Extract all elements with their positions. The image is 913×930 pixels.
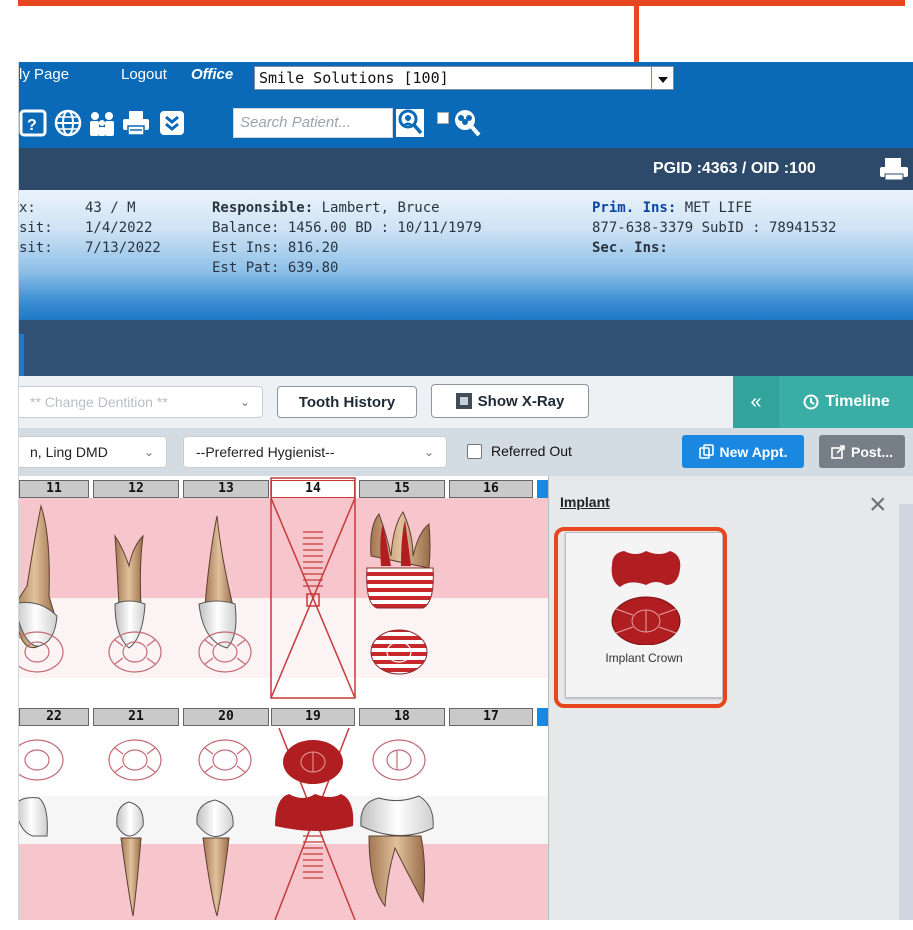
last-visit-value: 7/13/2022 — [85, 240, 161, 256]
tooth-15-occlusal[interactable] — [370, 629, 428, 675]
est-pat-text: Est Pat: 639.80 — [212, 260, 339, 276]
patient-search-icon[interactable] — [395, 108, 425, 138]
tooth-18[interactable] — [360, 795, 434, 908]
new-appt-button[interactable]: New Appt. — [682, 435, 804, 468]
change-dentition-label: ** Change Dentition ** — [30, 394, 168, 410]
phone-subid-text: 877-638-3379 SubID : 78941532 — [592, 220, 837, 236]
show-xray-button[interactable]: Show X-Ray — [431, 384, 589, 418]
office-dropdown-arrow[interactable] — [652, 66, 674, 90]
chevron-down-icon: ⌄ — [143, 445, 154, 459]
age-sex-value: 43 / M — [85, 200, 136, 216]
tooth-21[interactable] — [116, 801, 144, 917]
provider-select[interactable]: n, Ling DMD ⌄ — [19, 436, 167, 468]
share-icon — [831, 444, 845, 459]
tooth-22[interactable] — [19, 797, 48, 837]
dental-app-window: ly Page Logout Office Smile Solutions [1… — [18, 62, 913, 920]
group-search-checkbox[interactable] — [437, 112, 449, 124]
tabs-bar — [19, 320, 913, 376]
tooth-history-button[interactable]: Tooth History — [277, 386, 417, 418]
chevron-down-icon: ⌄ — [423, 445, 434, 459]
provider-toolbar: n, Ling DMD ⌄ --Preferred Hygienist-- ⌄ … — [19, 428, 913, 476]
teeth-graphics[interactable] — [19, 476, 549, 920]
tooth-12[interactable] — [114, 534, 146, 649]
sec-ins-label: Sec. Ins: — [592, 240, 668, 256]
first-visit-label: sit: — [19, 220, 53, 236]
new-appt-label: New Appt. — [719, 443, 788, 460]
svg-text:?: ? — [27, 117, 37, 134]
tooth-19-implant-crown[interactable] — [274, 727, 356, 920]
hygienist-select[interactable]: --Preferred Hygienist-- ⌄ — [183, 436, 447, 468]
office-label: Office — [191, 66, 234, 83]
tooth-13[interactable] — [198, 515, 237, 649]
chart-toolbar: ** Change Dentition ** ⌄ Tooth History S… — [19, 376, 913, 428]
lower-occlusal-surfaces[interactable] — [19, 739, 426, 781]
top-navbar: ly Page Logout Office Smile Solutions [1… — [19, 62, 913, 148]
last-visit-label: sit: — [19, 240, 53, 256]
first-visit-value: 1/4/2022 — [85, 220, 153, 236]
collapse-button[interactable]: « — [733, 376, 779, 428]
referred-out-checkbox[interactable] — [467, 444, 482, 459]
change-dentition-select[interactable]: ** Change Dentition ** ⌄ — [19, 386, 263, 418]
close-icon[interactable]: × — [869, 490, 887, 520]
tooth-15[interactable] — [366, 511, 434, 609]
tooth-11[interactable] — [19, 504, 58, 648]
show-xray-label: Show X-Ray — [477, 392, 565, 410]
responsible-value: Lambert, Bruce — [321, 200, 440, 216]
tooth-20[interactable] — [196, 799, 234, 917]
active-tab-indicator[interactable] — [19, 334, 24, 376]
office-select[interactable]: Smile Solutions [100] — [254, 66, 652, 90]
clock-icon — [803, 394, 819, 410]
panel-title: Implant — [560, 494, 610, 510]
printer-icon[interactable] — [879, 156, 909, 187]
annotation-highlight-box — [554, 527, 727, 708]
timeline-label: Timeline — [825, 393, 890, 410]
tooth-chart: 11 12 13 14 15 16 22 21 20 19 18 17 — [19, 476, 549, 920]
provider-label: n, Ling DMD — [30, 444, 108, 460]
est-ins-text: Est Ins: 816.20 — [212, 240, 339, 256]
responsible-label: Responsible: — [212, 200, 314, 216]
pgid-text: PGID :4363 / OID :100 — [653, 160, 816, 177]
prim-ins-value: MET LIFE — [684, 200, 753, 216]
my-page-link[interactable]: ly Page — [19, 66, 69, 83]
balance-text: Balance: 1456.00 BD : 10/11/1979 — [212, 220, 482, 236]
panel-scroll-track[interactable] — [899, 504, 913, 920]
age-sex-label: x: — [19, 200, 36, 216]
prim-ins-label: Prim. Ins: — [592, 200, 677, 216]
nav-links: ly Page — [19, 66, 69, 84]
expand-down-icon[interactable] — [157, 108, 187, 138]
timeline-button[interactable]: Timeline — [779, 376, 913, 428]
family-icon[interactable] — [87, 108, 117, 138]
patient-info-panel: x: sit: sit: 43 / M 1/4/2022 7/13/2022 R… — [19, 190, 913, 320]
help-icon[interactable]: ? — [19, 108, 49, 138]
patient-header-bar: PGID :4363 / OID :100 — [19, 148, 913, 190]
post-button[interactable]: Post... — [819, 435, 905, 468]
logout-link[interactable]: Logout — [121, 66, 167, 83]
xray-icon — [455, 393, 472, 409]
copy-icon — [698, 444, 714, 459]
search-patient-input[interactable]: Search Patient... — [233, 108, 393, 138]
hygienist-label: --Preferred Hygienist-- — [196, 444, 335, 460]
group-search-icon[interactable] — [451, 108, 481, 138]
tooth-14-implant[interactable] — [270, 477, 356, 699]
referred-out-label: Referred Out — [491, 443, 572, 459]
chevron-down-icon: ⌄ — [239, 395, 250, 409]
print-icon[interactable] — [121, 108, 151, 138]
globe-icon[interactable] — [53, 108, 83, 138]
annotation-line-horizontal — [18, 0, 905, 6]
post-label: Post... — [850, 443, 893, 460]
